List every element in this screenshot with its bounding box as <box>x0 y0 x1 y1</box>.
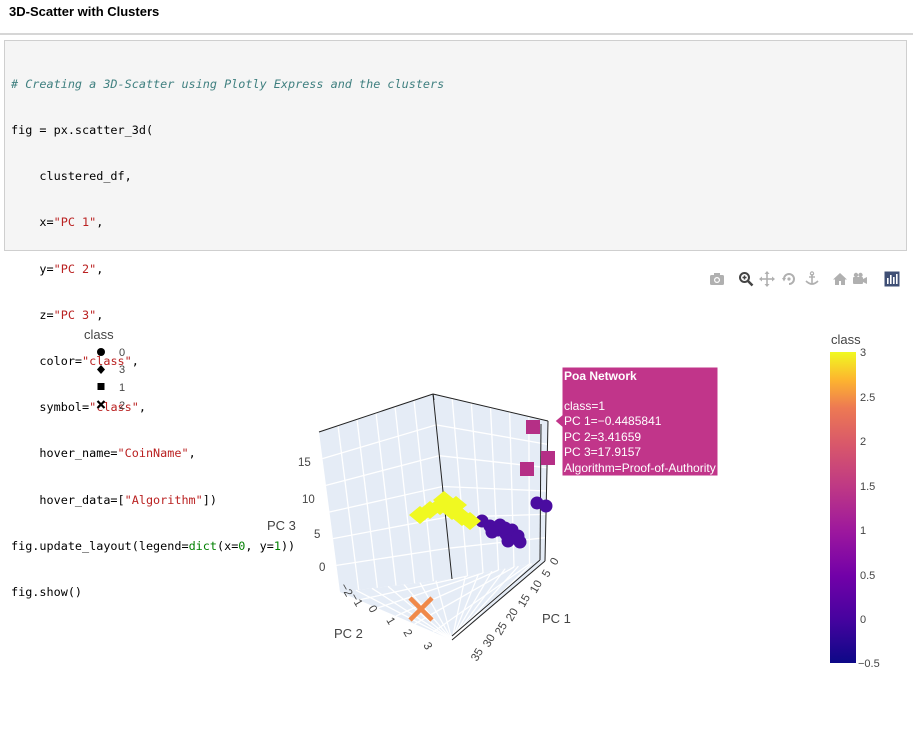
x-tick-label: 30 <box>481 632 498 649</box>
z-axis: 15 10 5 0 PC 3 <box>267 457 325 574</box>
x-tick-label: 5 <box>540 568 554 580</box>
legend: class 0 3 1 2 <box>84 327 125 412</box>
colorbar-tick: 2.5 <box>860 392 875 404</box>
legend-square-symbol <box>97 383 105 390</box>
plot-modebar <box>706 271 906 289</box>
legend-x-symbol <box>96 400 106 409</box>
legend-title: class <box>84 327 114 342</box>
colorbar-tick: 1 <box>860 525 866 537</box>
code-line: x="PC 1", <box>11 215 104 230</box>
y-tick-label: 0 <box>365 604 379 616</box>
legend-label: 0 <box>119 347 125 359</box>
plotly-logo-icon[interactable] <box>884 271 900 287</box>
data-point-class-0[interactable] <box>539 499 553 513</box>
legend-diamond-symbol <box>97 365 105 374</box>
camera-icon[interactable] <box>709 271 725 287</box>
z-tick-label: 15 <box>298 457 311 469</box>
data-point-class-0[interactable] <box>485 525 499 539</box>
data-point-class-1[interactable] <box>526 420 540 434</box>
turntable-rotation-icon[interactable] <box>804 271 820 287</box>
grid-line <box>528 416 531 565</box>
colorbar: class 3 2.5 2 1.5 1 0.5 0 −0.5 <box>830 332 880 670</box>
z-tick-label: 5 <box>314 529 320 541</box>
x-axis-title: PC 1 <box>542 611 571 626</box>
x-tick-label: 35 <box>469 646 486 663</box>
legend-label: 2 <box>119 400 125 412</box>
legend-circle-symbol <box>97 348 105 356</box>
colorbar-gradient <box>830 352 856 663</box>
legend-label: 3 <box>119 364 125 376</box>
z-tick-label: 0 <box>319 562 325 574</box>
scatter-3d-plot[interactable]: class 0 3 1 2 15 10 5 0 PC 3 −2 −1 0 1 2… <box>0 290 913 756</box>
code-line: clustered_df, <box>11 169 132 184</box>
x-tick-label: 20 <box>504 606 521 623</box>
data-point-class-1[interactable] <box>541 451 555 465</box>
colorbar-tick: 2 <box>860 436 866 448</box>
hover-line: PC 3=17.9157 <box>564 445 641 459</box>
y-axis-title: PC 2 <box>334 626 363 641</box>
data-point-class-1[interactable] <box>520 462 534 476</box>
home-icon[interactable] <box>832 271 848 287</box>
orbit-rotation-icon[interactable] <box>781 271 797 287</box>
hover-tooltip: Poa Network class=1 PC 1=−0.4485841 PC 2… <box>554 366 719 477</box>
legend-item-3[interactable]: 3 <box>97 364 125 376</box>
data-point-class-0[interactable] <box>501 534 515 548</box>
z-axis-title: PC 3 <box>267 518 296 533</box>
hover-line: PC 1=−0.4485841 <box>564 414 662 428</box>
legend-item-0[interactable]: 0 <box>97 347 125 359</box>
code-cell[interactable]: # Creating a 3D-Scatter using Plotly Exp… <box>4 40 907 599</box>
y-tick-label: 3 <box>420 641 434 653</box>
hover-line: class=1 <box>564 399 605 413</box>
x-tick-label: 0 <box>548 556 562 568</box>
z-tick-label: 10 <box>302 494 315 506</box>
hover-name: Poa Network <box>564 369 637 383</box>
data-point-class-0[interactable] <box>498 521 512 535</box>
page-title: 3D-Scatter with Clusters <box>9 4 160 19</box>
code-line: # Creating a 3D-Scatter using Plotly Exp… <box>11 76 445 91</box>
code-line: fig = px.scatter_3d( <box>11 123 154 138</box>
title-divider <box>0 33 913 35</box>
y-tick-label: 1 <box>383 616 397 628</box>
colorbar-title: class <box>831 332 861 347</box>
zoom-icon[interactable] <box>738 271 754 287</box>
colorbar-tick: 3 <box>860 347 866 359</box>
colorbar-tick: 0.5 <box>860 570 875 582</box>
colorbar-tick: 0 <box>860 614 866 626</box>
y-tick-label: 2 <box>400 628 414 640</box>
legend-label: 1 <box>119 382 125 394</box>
legend-item-1[interactable]: 1 <box>97 382 126 394</box>
hover-line: Algorithm=Proof-of-Authority <box>564 461 716 475</box>
camera-view-icon[interactable] <box>852 271 868 287</box>
colorbar-tick: −0.5 <box>858 658 880 670</box>
x-tick-label: 10 <box>528 578 545 595</box>
legend-item-2[interactable]: 2 <box>96 400 126 412</box>
x-tick-label: 15 <box>516 592 533 609</box>
x-tick-label: 25 <box>493 620 510 637</box>
colorbar-tick: 1.5 <box>860 481 875 493</box>
hover-line: PC 2=3.41659 <box>564 430 641 444</box>
pan-icon[interactable] <box>759 271 775 287</box>
